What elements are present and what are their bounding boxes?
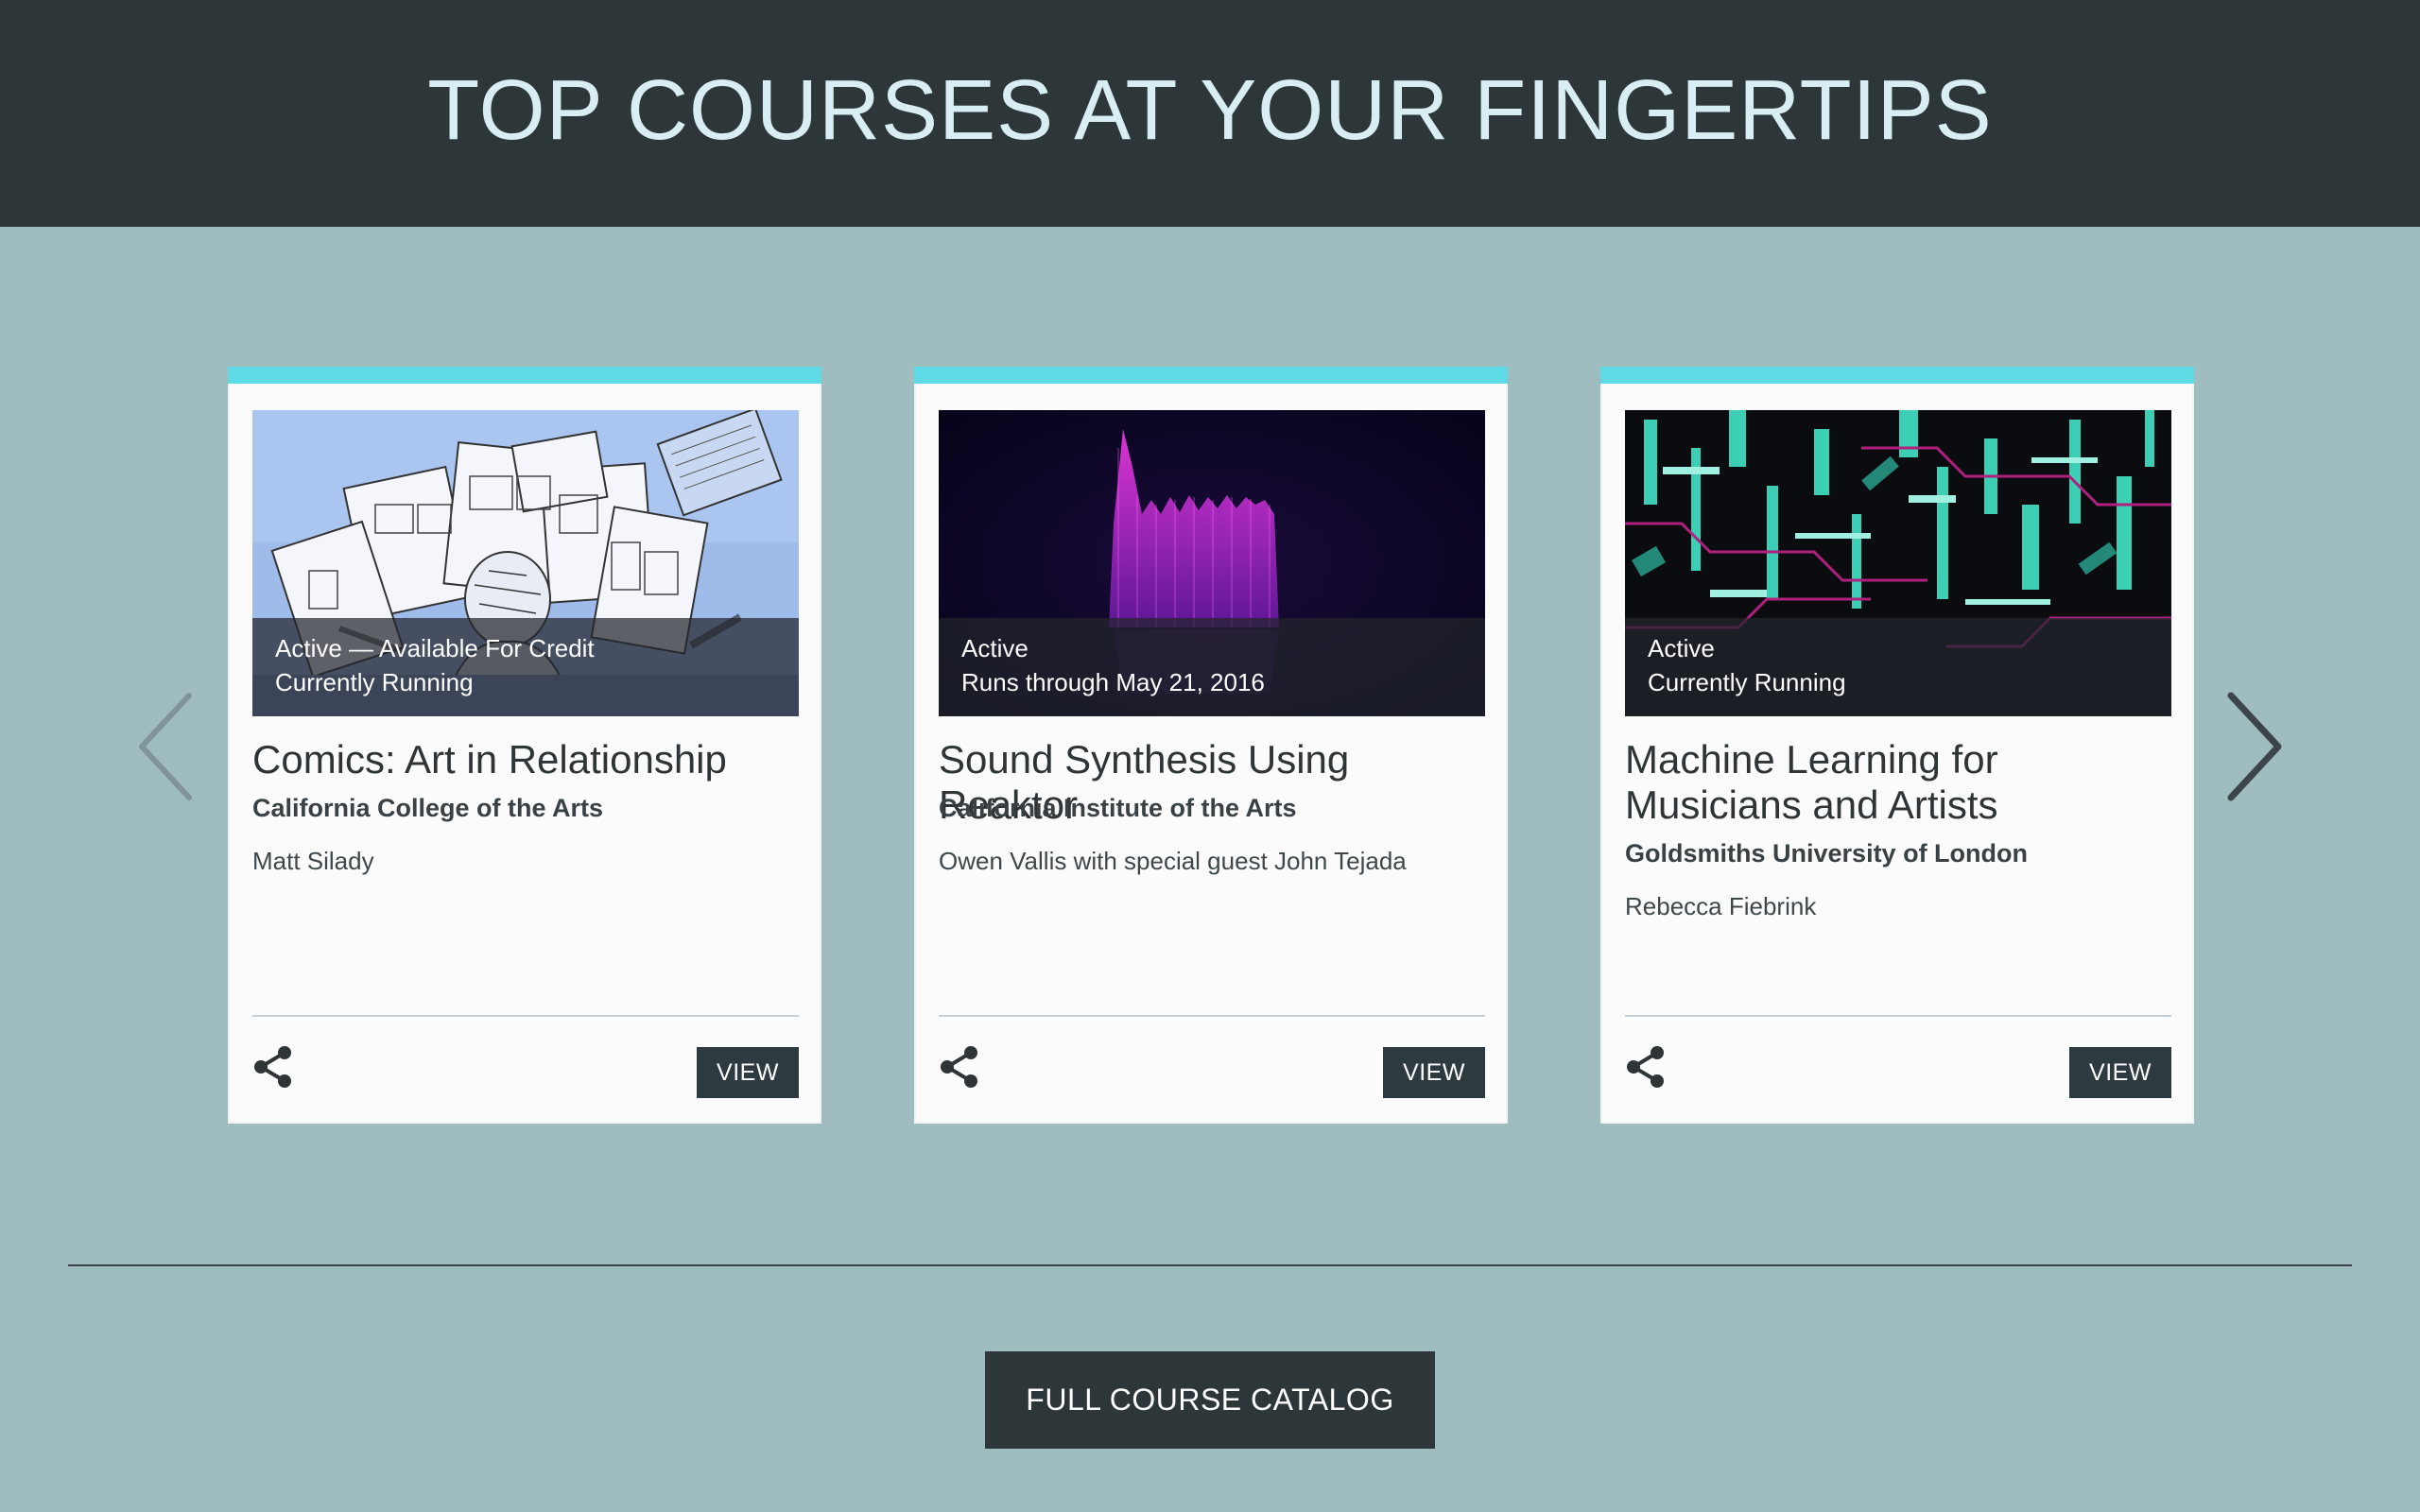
course-thumbnail[interactable]: Active Runs through May 21, 2016 <box>939 410 1485 716</box>
card-divider <box>939 1015 1485 1017</box>
status-text: Active <box>1648 634 1715 662</box>
course-school: California College of the Arts <box>252 794 604 822</box>
course-instructor: Matt Silady <box>252 847 374 875</box>
carousel-next-button[interactable] <box>2220 690 2286 803</box>
course-card[interactable]: Active — Available For Credit Currently … <box>228 367 821 1124</box>
view-button[interactable]: VIEW <box>2069 1047 2171 1098</box>
course-thumbnail[interactable]: Active — Available For Credit Currently … <box>252 410 799 716</box>
view-button[interactable]: VIEW <box>1383 1047 1485 1098</box>
share-icon[interactable] <box>252 1045 296 1089</box>
run-status-text: Currently Running <box>1648 668 1846 696</box>
run-status-text: Currently Running <box>275 668 474 696</box>
section-divider <box>68 1264 2352 1266</box>
status-text: Active — Available For Credit <box>275 634 595 662</box>
carousel-prev-button[interactable] <box>134 690 200 803</box>
card-divider <box>252 1015 799 1017</box>
view-button[interactable]: VIEW <box>697 1047 799 1098</box>
course-title[interactable]: Machine Learning for Musicians and Artis… <box>1625 737 2183 828</box>
page-title: TOP COURSES AT YOUR FINGERTIPS <box>427 62 1993 158</box>
course-instructor: Rebecca Fiebrink <box>1625 892 1817 920</box>
status-overlay: Active Runs through May 21, 2016 <box>939 618 1485 716</box>
course-instructor: Owen Vallis with special guest John Teja… <box>939 847 1407 875</box>
share-icon[interactable] <box>1625 1045 1668 1089</box>
card-divider <box>1625 1015 2171 1017</box>
course-school: California Institute of the Arts <box>939 794 1297 822</box>
course-card[interactable]: Active Runs through May 21, 2016 Sound S… <box>914 367 1508 1124</box>
status-overlay: Active — Available For Credit Currently … <box>252 618 799 716</box>
chevron-right-icon <box>2227 692 2282 801</box>
course-title[interactable]: Comics: Art in Relationship <box>252 737 810 782</box>
course-thumbnail[interactable]: Active Currently Running <box>1625 410 2171 716</box>
share-icon[interactable] <box>939 1045 982 1089</box>
chevron-left-icon <box>139 693 192 800</box>
top-banner: TOP COURSES AT YOUR FINGERTIPS <box>0 0 2420 227</box>
course-school: Goldsmiths University of London <box>1625 839 2029 868</box>
status-overlay: Active Currently Running <box>1625 618 2171 716</box>
course-card[interactable]: Active Currently Running Machine Learnin… <box>1600 367 2194 1124</box>
full-course-catalog-button[interactable]: FULL COURSE CATALOG <box>985 1351 1435 1449</box>
status-text: Active <box>961 634 1028 662</box>
run-status-text: Runs through May 21, 2016 <box>961 668 1265 696</box>
